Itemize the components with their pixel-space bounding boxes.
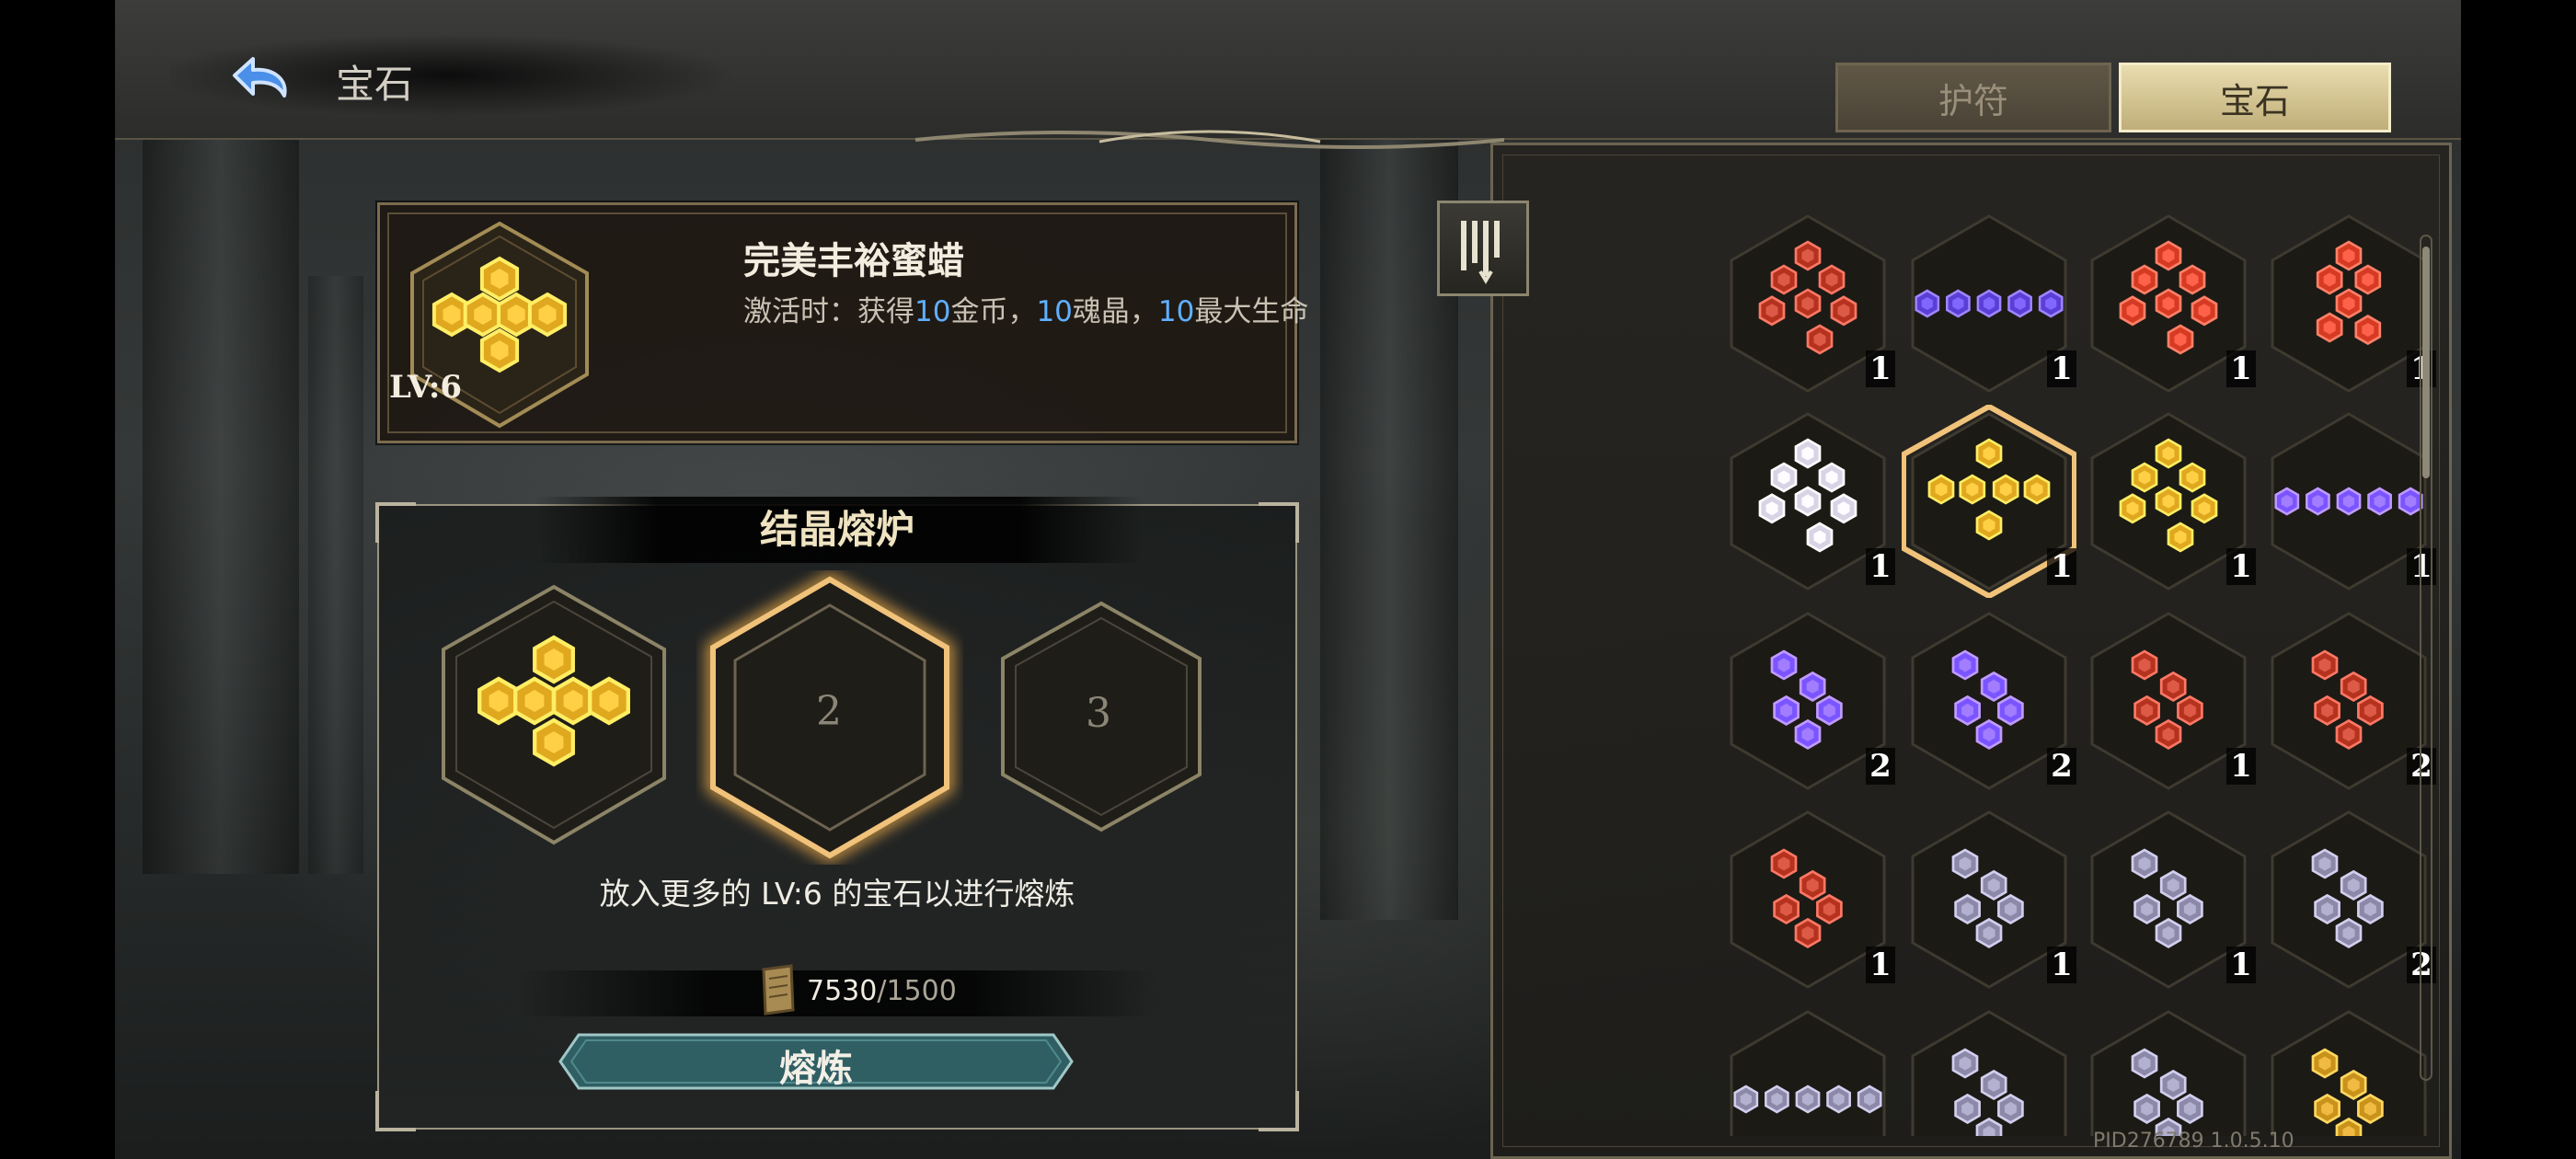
gem-slot-frame	[2090, 1010, 2247, 1136]
smelt-button-label: 熔炼	[779, 1047, 853, 1090]
gem-slot-hexagon	[2090, 612, 2247, 790]
cost-required: 1500	[886, 975, 957, 1007]
build-id: PID276789 1.0.5.10	[2093, 1130, 2294, 1153]
gem-slot[interactable]: 1	[1720, 207, 1895, 400]
background-pillar	[143, 138, 299, 874]
gem-count: 1	[1866, 947, 1895, 983]
gem-slot[interactable]: 1	[1720, 803, 1895, 996]
gem-count: 1	[1866, 548, 1895, 585]
hp-label: 最大生命	[1194, 295, 1309, 328]
inventory-scroll-thumb[interactable]	[2422, 247, 2430, 478]
desc-prefix: 激活时：获得	[743, 295, 914, 328]
sort-filter-button[interactable]	[1437, 201, 1529, 296]
gem-slot-frame	[1730, 1010, 1886, 1136]
sort-filter-icon	[1461, 221, 1500, 284]
gem-slot-hexagon	[2271, 810, 2427, 989]
gem-count: 1	[2047, 350, 2076, 387]
gem-count: 1	[1866, 350, 1895, 387]
forge-slot-2-label: 2	[816, 688, 842, 735]
gem-slot-frame	[2271, 1010, 2427, 1136]
tab-gem[interactable]: 宝石	[2119, 63, 2391, 132]
corner-ornament	[375, 1091, 416, 1131]
gem-slot[interactable]	[2261, 1003, 2436, 1136]
forge-slot-3[interactable]: 3	[995, 598, 1207, 835]
gem-level: LV:6	[389, 369, 463, 406]
ornament-divider	[915, 130, 1504, 149]
gem-slot-hexagon	[1911, 810, 2067, 989]
gem-description: 激活时：获得10金币，10魂晶，10最大生命	[743, 288, 1308, 329]
cost-display: 7530/1500	[807, 975, 957, 1007]
gem-count: 1	[2047, 548, 2076, 585]
crystal-forge-panel: 结晶熔炉 1 2 3	[375, 497, 1299, 1131]
gem-slot-hexagon	[1911, 612, 2067, 790]
back-arrow-icon	[233, 57, 287, 98]
soul-label: 魂晶，	[1072, 295, 1158, 328]
gem-slot[interactable]: 1	[1720, 405, 1895, 598]
gem-slot[interactable]: 2	[2261, 803, 2436, 996]
back-button[interactable]	[216, 48, 299, 112]
smelt-button[interactable]: 熔炼	[558, 1033, 1074, 1090]
forge-slot-1[interactable]	[434, 581, 673, 848]
gem-count: 1	[2226, 748, 2256, 785]
selected-gem-card: 完美丰裕蜜蜡 激活时：获得10金币，10魂晶，10最大生命 LV:6	[375, 201, 1308, 445]
gem-count: 1	[2047, 947, 2076, 983]
gem-slot-frame	[1911, 1010, 2067, 1136]
gem-slot[interactable]: 1	[2081, 604, 2256, 798]
gem-count: 2	[1866, 748, 1895, 785]
soul-value: 10	[1036, 295, 1073, 328]
scroll-icon	[762, 964, 795, 1016]
gem-slot-hexagon	[1730, 810, 1886, 989]
forge-title: 结晶熔炉	[759, 507, 914, 552]
gem-grid: 1111111122121112	[1697, 207, 2461, 1136]
forge-hint: 放入更多的 LV:6 的宝石以进行熔炼	[599, 876, 1075, 912]
game-screen: 宝石 护符 宝石 完美丰裕蜜蜡 激活时：获得10金币，10魂晶，10最大生命 L…	[115, 0, 2461, 1159]
gem-slot[interactable]: 2	[1902, 604, 2076, 798]
gem-slot[interactable]: 1	[2081, 803, 2256, 996]
gem-slot-hexagon	[2090, 810, 2247, 989]
top-bar: 宝石 护符 宝石	[115, 0, 2461, 149]
gem-slot[interactable]: 1	[2261, 207, 2436, 400]
gem-slot[interactable]: 1	[2081, 207, 2256, 400]
gem-slot-hexagon	[2271, 612, 2427, 790]
gem-slot[interactable]: 1	[2261, 405, 2436, 598]
gem-slot-hexagon	[1730, 612, 1886, 790]
corner-ornament	[1259, 1091, 1299, 1131]
tab-amulet[interactable]: 护符	[1835, 63, 2111, 132]
gem-count: 1	[2226, 350, 2256, 387]
gem-slot[interactable]: 1	[1901, 403, 2077, 600]
cost-current: 7530	[807, 975, 878, 1007]
forge-slot-1-frame	[442, 584, 666, 845]
gem-name: 完美丰裕蜜蜡	[743, 239, 964, 282]
gem-slot-hexagon	[1730, 1010, 1886, 1136]
gem-slot[interactable]	[1902, 1003, 2076, 1136]
gem-slot[interactable]	[1720, 1003, 1895, 1136]
cost-separator: /	[877, 975, 887, 1007]
gold-label: 金币，	[950, 295, 1037, 328]
forge-slot-2[interactable]: 2	[696, 570, 963, 865]
gem-slot[interactable]: 2	[1720, 604, 1895, 798]
gem-count: 2	[2047, 748, 2076, 785]
gem-count: 1	[2226, 947, 2256, 983]
forge-slot-3-label: 3	[1086, 690, 1111, 737]
gem-count: 1	[2226, 548, 2256, 585]
background-pillar	[308, 276, 363, 874]
page-title: 宝石	[336, 62, 414, 107]
gem-slot[interactable]: 1	[2081, 405, 2256, 598]
hp-value: 10	[1157, 295, 1195, 328]
gold-value: 10	[914, 295, 951, 328]
gem-slot[interactable]: 1	[1902, 207, 2076, 400]
gem-slot[interactable]: 2	[2261, 604, 2436, 798]
gem-slot[interactable]: 1	[1902, 803, 2076, 996]
gem-slot[interactable]	[2081, 1003, 2256, 1136]
